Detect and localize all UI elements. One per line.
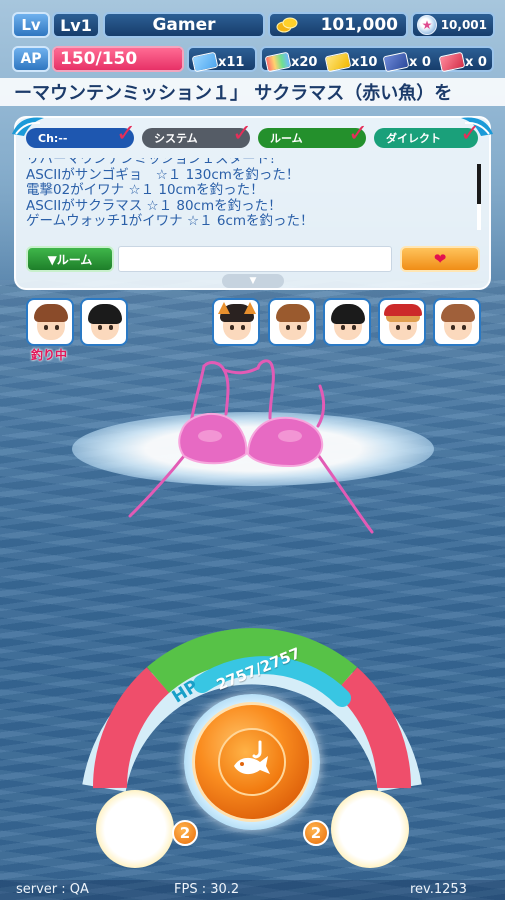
avatar-eye — [352, 325, 356, 330]
chat-message: ゲームウォッチ1がイワナ ☆１ 6cmを釣った！ — [26, 213, 314, 230]
item-navy[interactable]: x 0 — [382, 50, 431, 73]
tab-system[interactable]: システム ✓ — [142, 121, 252, 148]
rainbow-ticket-icon — [264, 51, 292, 73]
star-gem-icon: ★ — [417, 15, 437, 35]
player-avatar-2[interactable] — [80, 298, 128, 346]
avatar-eye — [230, 325, 234, 330]
coin-icon — [276, 17, 298, 33]
ap-bar: 150/150 — [52, 46, 184, 72]
level-value: Lv1 — [52, 12, 100, 38]
avatar-eye — [241, 325, 245, 330]
chat-log[interactable]: リバーマウンテンミッション１スタート！ ASCIIがサンゴギョ ☆１ 130cm… — [26, 158, 476, 234]
player-avatar-7[interactable] — [433, 298, 481, 346]
avatar-eye — [98, 325, 102, 330]
item-red[interactable]: x 0 — [438, 50, 487, 73]
navy-ticket-icon — [382, 51, 410, 73]
chevron-down-icon: ▼ — [249, 276, 257, 286]
revision-label: rev.1253 — [410, 882, 467, 897]
skill-button-right[interactable] — [331, 790, 409, 868]
blue-ticket-icon — [191, 51, 219, 73]
chat-scrollbar-thumb[interactable] — [477, 164, 481, 204]
checkmark-icon: ✓ — [116, 119, 137, 147]
heart-icon: ❤ — [433, 250, 447, 268]
item-slot-group[interactable]: x20 x10 x 0 x 0 — [260, 46, 494, 73]
avatar-eye — [109, 325, 113, 330]
collapse-chat-button[interactable]: ▼ — [222, 274, 284, 288]
item-slot-1[interactable]: x11 — [187, 46, 257, 73]
caught-bikini-icon — [128, 359, 374, 534]
skill-count-badge-left: 2 — [172, 820, 198, 846]
checkmark-icon: ✓ — [460, 119, 481, 147]
tab-room[interactable]: ルーム ✓ — [258, 121, 368, 148]
checkmark-icon: ✓ — [232, 119, 253, 147]
fishing-status-label: 釣り中 — [30, 348, 67, 362]
avatar-eye — [462, 325, 466, 330]
chat-message: ASCIIがサクラマス ☆１ 80cmを釣った！ — [26, 197, 282, 214]
avatar-eye — [341, 325, 345, 330]
player-avatar-5[interactable] — [323, 298, 371, 346]
tab-direct[interactable]: ダイレクト ✓ — [374, 121, 480, 148]
chat-panel: Ch:-- ✓ システム ✓ ルーム ✓ ダイレクト ✓ リバーマウンテンミッシ… — [12, 116, 493, 290]
player-avatar-3[interactable] — [212, 298, 260, 346]
gem-value: 10,001 — [440, 18, 487, 32]
avatar-eye — [55, 325, 59, 330]
item-count: x 0 — [465, 55, 487, 70]
tab-label: ルーム — [270, 132, 303, 145]
avatar-hair — [331, 304, 365, 324]
cat-ear-icon — [244, 302, 256, 314]
avatar-eye — [407, 325, 411, 330]
player-avatar-1[interactable] — [26, 298, 74, 346]
item-count: x10 — [351, 55, 378, 70]
avatar-eye — [396, 325, 400, 330]
server-label: server : QA — [16, 882, 89, 897]
item-count: x20 — [291, 55, 318, 70]
cat-ear-icon — [218, 302, 230, 314]
gem-counter[interactable]: ★ 10,001 — [411, 12, 495, 38]
fish-hook-icon — [234, 740, 270, 775]
item-count: x 0 — [409, 55, 431, 70]
player-avatar-4[interactable] — [268, 298, 316, 346]
tab-label: Ch:-- — [38, 131, 68, 145]
item-count: x11 — [218, 55, 245, 70]
red-ticket-icon — [438, 51, 466, 73]
money-value: 101,000 — [320, 15, 398, 35]
yellow-ticket-icon — [324, 51, 352, 73]
chat-message: 電撃02がイワナ ☆１ 10cmを釣った！ — [26, 182, 264, 199]
avatar-eye — [451, 325, 455, 330]
player-name[interactable]: Gamer — [103, 12, 265, 38]
avatar-hair — [88, 304, 122, 324]
chat-message: ASCIIがサンゴギョ ☆１ 130cmを釣った！ — [26, 166, 300, 183]
room-select-button[interactable]: ▼ルーム — [26, 246, 114, 272]
avatar-eye — [44, 325, 48, 330]
avatar-hair — [34, 304, 68, 322]
tab-channel[interactable]: Ch:-- ✓ — [26, 121, 136, 148]
tab-label: システム — [154, 132, 198, 145]
ap-value: 150/150 — [60, 49, 138, 69]
ap-tag: AP — [12, 46, 50, 72]
item-yellow[interactable]: x10 — [324, 50, 378, 73]
avatar-hair — [441, 304, 475, 322]
fps-label: FPS : 30.2 — [174, 882, 240, 897]
announcement-marquee: ーマウンテンミッション１」 サクラマス（赤い魚）を — [0, 78, 505, 106]
skill-button-left[interactable] — [96, 790, 174, 868]
avatar-eye — [286, 325, 290, 330]
send-heart-button[interactable]: ❤ — [400, 246, 480, 272]
hat-icon — [384, 304, 422, 316]
player-avatar-6[interactable] — [378, 298, 426, 346]
skill-count-badge-right: 2 — [303, 820, 329, 846]
item-rainbow[interactable]: x20 — [264, 50, 318, 73]
debug-footer: server : QA FPS : 30.2 rev.1253 — [0, 880, 505, 900]
tab-label: ダイレクト — [386, 132, 441, 145]
checkmark-icon: ✓ — [348, 119, 369, 147]
avatar-hair — [276, 304, 310, 322]
chat-input[interactable] — [118, 246, 392, 272]
money-counter[interactable]: 101,000 — [268, 12, 408, 38]
level-tag: Lv — [12, 12, 50, 38]
avatar-eye — [297, 325, 301, 330]
